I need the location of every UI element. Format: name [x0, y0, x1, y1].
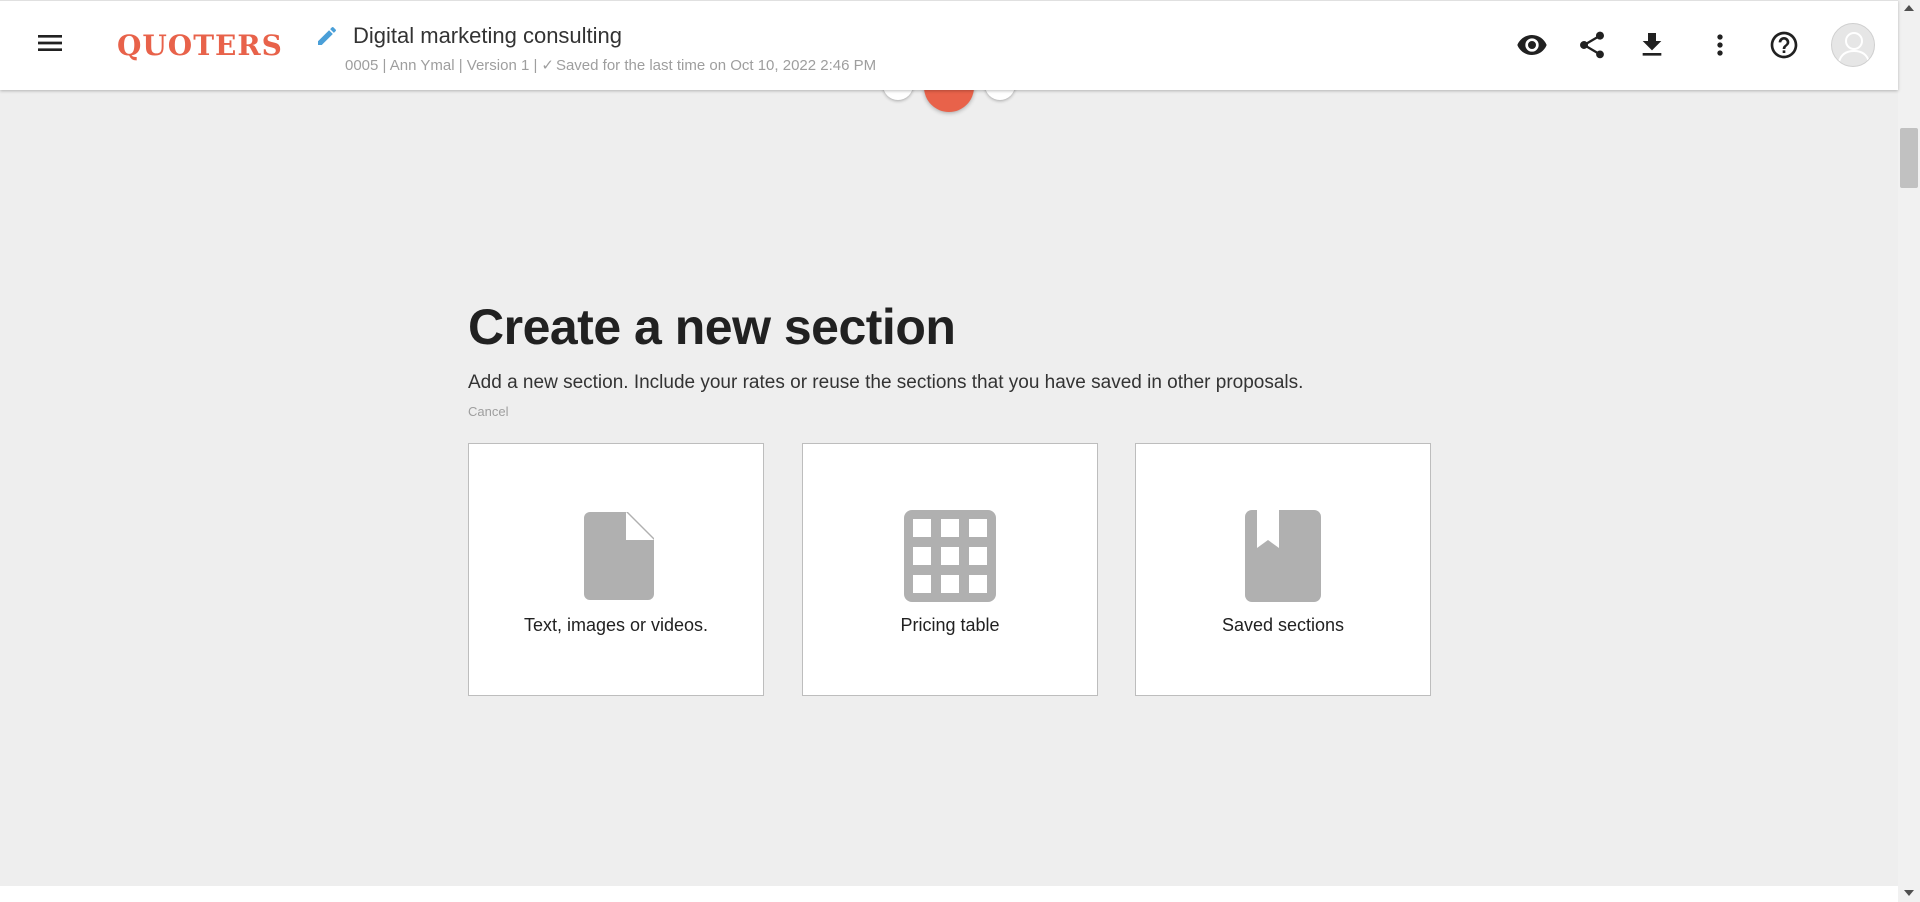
card-label: Saved sections: [1221, 615, 1345, 635]
hamburger-menu-icon[interactable]: [34, 27, 66, 59]
card-label: Text, images or videos.: [523, 615, 709, 635]
save-status: Saved for the last time on Oct 10, 2022 …: [555, 57, 877, 74]
help-icon[interactable]: [1768, 29, 1800, 61]
card-label: Pricing table: [900, 615, 1000, 635]
document-meta: 0005 | Ann Ymal | Version 1 | ✓ Saved for …: [345, 56, 876, 74]
scroll-down-icon[interactable]: [1904, 890, 1914, 896]
brand-logo[interactable]: QUOTERS: [117, 29, 283, 62]
pencil-icon[interactable]: [315, 24, 339, 48]
grid-icon: [902, 508, 998, 604]
section-heading: Create a new section: [468, 299, 956, 355]
eye-icon[interactable]: [1516, 29, 1548, 61]
document-title[interactable]: Digital marketing consulting: [353, 23, 622, 49]
share-icon[interactable]: [1576, 29, 1608, 61]
top-header: QUOTERS Digital marketing consulting 000…: [0, 0, 1898, 90]
bookmark-icon: [1235, 508, 1331, 604]
more-vertical-icon[interactable]: [1704, 29, 1736, 61]
pricing-table-card[interactable]: Pricing table: [802, 443, 1098, 696]
vertical-scrollbar[interactable]: [1898, 0, 1920, 902]
section-description: Add a new section. Include your rates or…: [468, 372, 1304, 393]
text-media-section-card[interactable]: Text, images or videos.: [468, 443, 764, 696]
scroll-up-icon[interactable]: [1904, 5, 1914, 11]
bottom-bar: [0, 886, 1898, 902]
document-meta-info: 0005 | Ann Ymal | Version 1 |: [345, 57, 538, 74]
saved-sections-card[interactable]: Saved sections: [1135, 443, 1431, 696]
app: QUOTERS Digital marketing consulting 000…: [0, 0, 1920, 902]
scroll-thumb[interactable]: [1900, 128, 1918, 188]
document-icon: [568, 508, 664, 604]
cancel-link[interactable]: Cancel: [468, 404, 508, 419]
user-avatar[interactable]: [1831, 23, 1875, 67]
check-icon: ✓: [541, 57, 554, 74]
download-icon[interactable]: [1636, 29, 1668, 61]
